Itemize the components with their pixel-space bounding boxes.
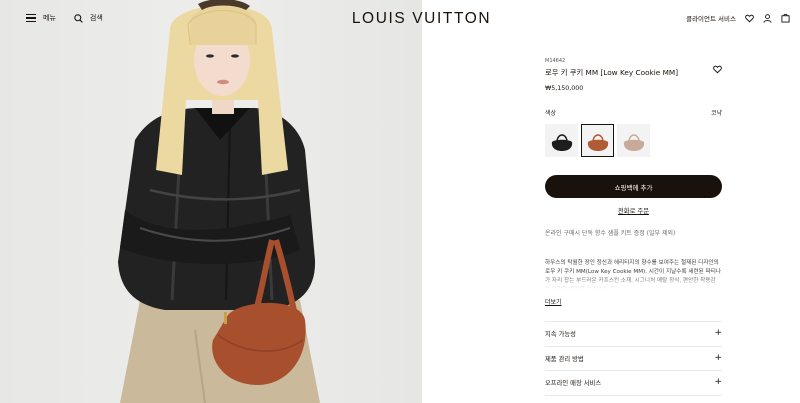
swatch-cognac[interactable]	[581, 124, 614, 157]
site-header: 메뉴 검색 LOUIS VUITTON 클라이언트 서비스	[0, 0, 800, 40]
product-price: ₩5,150,000	[545, 85, 584, 92]
product-description: 하우스의 탁월한 장인 정신과 헤리티지의 향수를 보여주는 절제된 디자인의 …	[545, 259, 722, 289]
color-swatches	[545, 124, 722, 157]
product-sku: M14642	[545, 58, 566, 64]
color-row: 색상 코냑	[545, 108, 722, 117]
add-to-wishlist-icon[interactable]	[713, 59, 722, 78]
title-row: 로우 키 쿠키 MM [Low Key Cookie MM]	[545, 65, 722, 78]
wishlist-icon[interactable]	[745, 14, 754, 23]
shopping-bag-icon[interactable]	[781, 13, 790, 23]
client-services-link[interactable]: 클라이언트 서비스	[686, 13, 736, 23]
plus-icon: +	[714, 352, 722, 363]
product-title: 로우 키 쿠키 MM [Low Key Cookie MM]	[545, 68, 679, 77]
accordion-store-services[interactable]: 오프라인 매장 서비스 +	[545, 371, 722, 396]
bag-thumb-taupe	[623, 133, 644, 151]
bag-thumb-black	[551, 133, 572, 151]
accordion-label: 제품 관리 방법	[545, 355, 584, 363]
plus-icon: +	[714, 328, 722, 339]
add-to-bag-button[interactable]: 쇼핑백에 추가	[545, 175, 722, 198]
swatch-black[interactable]	[545, 124, 578, 157]
plus-icon: +	[714, 377, 722, 388]
accordion-label: 지속 가능성	[545, 331, 576, 339]
account-icon[interactable]	[763, 13, 772, 23]
order-by-phone-link[interactable]: 전화로 주문	[545, 206, 722, 215]
product-info-panel: M14642 로우 키 쿠키 MM [Low Key Cookie MM] ₩5…	[545, 58, 722, 396]
swatch-taupe[interactable]	[617, 124, 650, 157]
color-value: 코냑	[710, 110, 722, 117]
model-illustration	[118, 0, 320, 403]
product-model-photo	[0, 0, 422, 403]
color-label: 색상	[545, 110, 557, 117]
read-more-link[interactable]: 더보기	[545, 297, 562, 306]
accordion-label: 오프라인 매장 서비스	[545, 380, 602, 388]
product-accordion: 지속 가능성 + 제품 관리 방법 + 오프라인 매장 서비스 +	[545, 321, 722, 396]
accordion-sustainability[interactable]: 지속 가능성 +	[545, 322, 722, 347]
bag-thumb-cognac	[587, 133, 608, 151]
brand-logo[interactable]: LOUIS VUITTON	[0, 10, 800, 28]
accordion-product-care[interactable]: 제품 관리 방법 +	[545, 347, 722, 371]
promo-notice: 온라인 구매시 단독 향수 샘플 키트 증정 (일부 제외)	[545, 230, 676, 237]
header-right: 클라이언트 서비스	[686, 13, 790, 23]
